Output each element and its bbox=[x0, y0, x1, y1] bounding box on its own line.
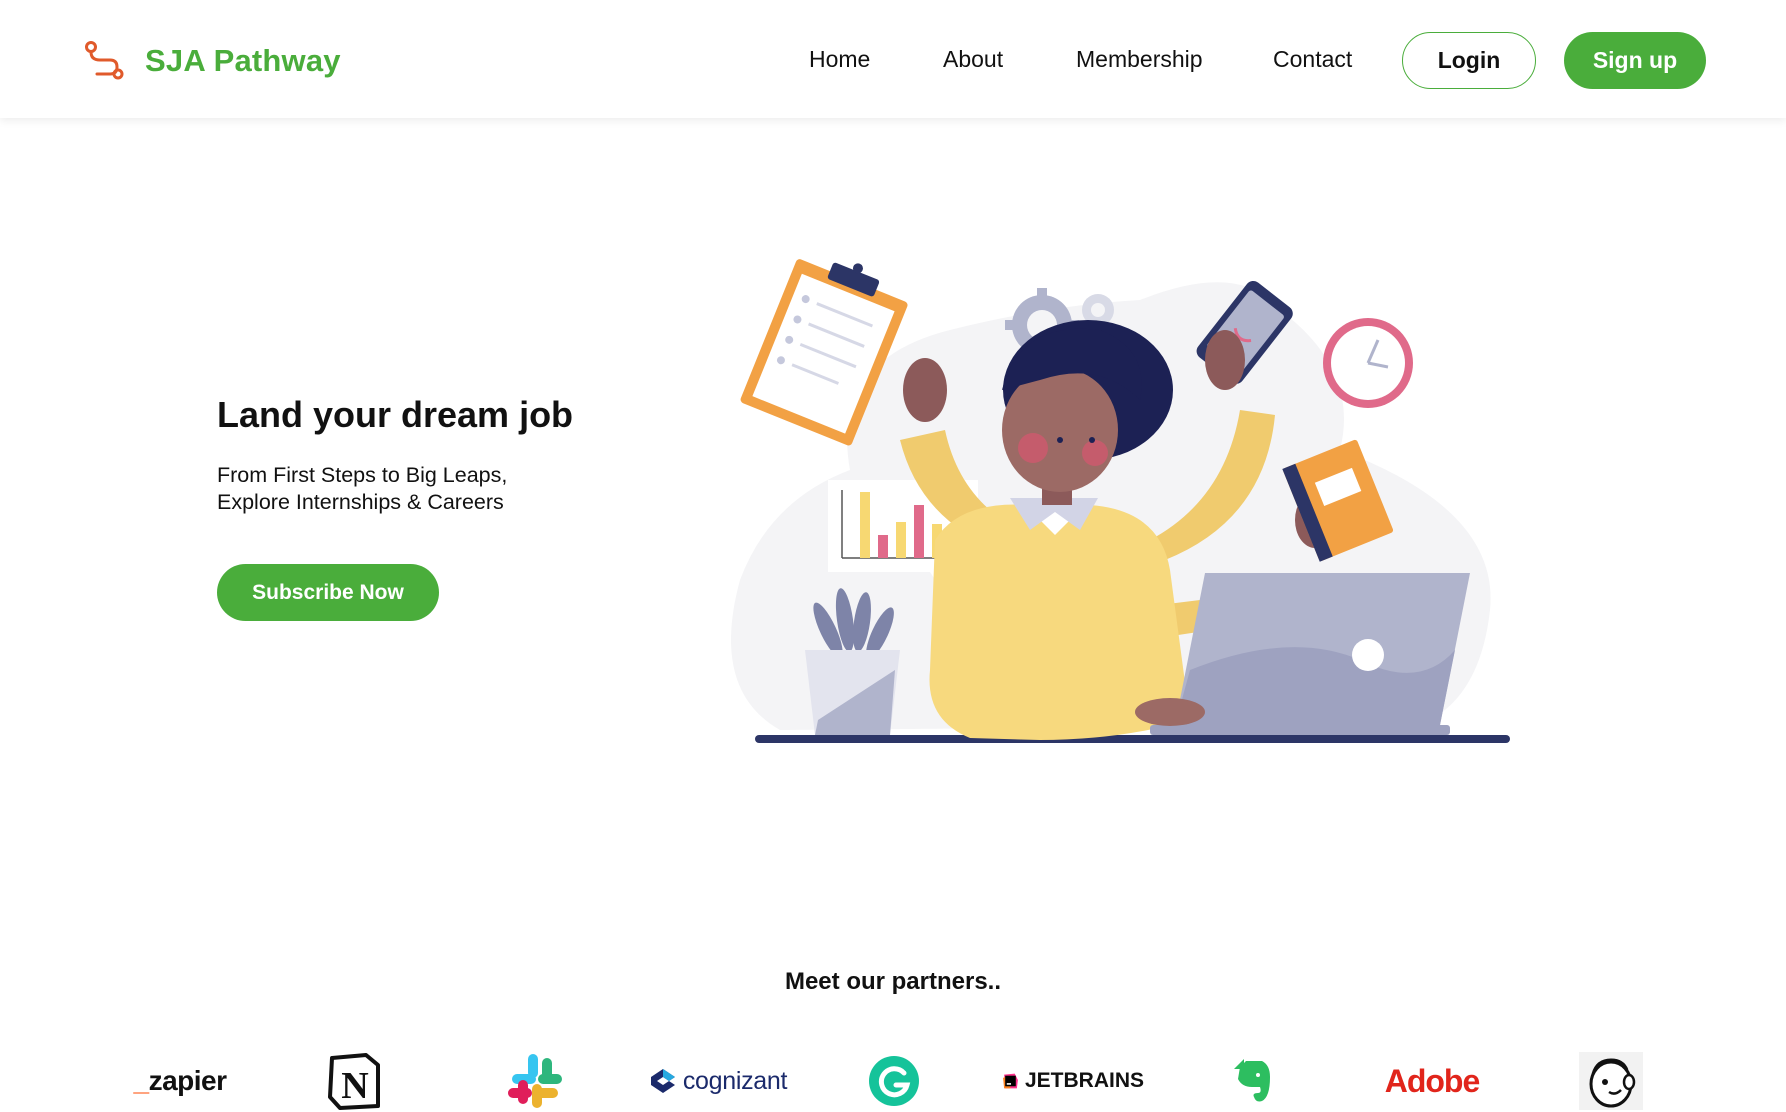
grammarly-icon bbox=[869, 1056, 919, 1106]
notion-icon: N bbox=[328, 1053, 380, 1110]
nav-membership[interactable]: Membership bbox=[1076, 46, 1203, 73]
route-icon bbox=[85, 41, 124, 80]
brand-logo[interactable]: SJA Pathway bbox=[84, 40, 341, 82]
partner-logo-jetbrains: JETBRAINS bbox=[1002, 1050, 1144, 1112]
partner-logo-slack bbox=[506, 1050, 564, 1112]
login-button[interactable]: Login bbox=[1402, 32, 1536, 89]
jetbrains-wordmark: JETBRAINS bbox=[1024, 1069, 1144, 1092]
brand-name: SJA Pathway bbox=[145, 43, 341, 78]
nav-home[interactable]: Home bbox=[809, 46, 870, 73]
partner-logo-evernote bbox=[1232, 1050, 1272, 1112]
zapier-wordmark: zapier bbox=[148, 1065, 227, 1096]
partner-logo-notion: N bbox=[326, 1050, 382, 1112]
signup-button[interactable]: Sign up bbox=[1564, 32, 1706, 89]
hero-subtitle-line-1: From First Steps to Big Leaps, bbox=[217, 463, 508, 487]
partner-logo-grammarly bbox=[868, 1050, 920, 1112]
cognizant-icon bbox=[650, 1069, 675, 1093]
zapier-underscore: _ bbox=[133, 1065, 149, 1096]
hero-subtitle-line-2: Explore Internships & Careers bbox=[217, 490, 504, 514]
partner-logo-mailchimp bbox=[1579, 1050, 1643, 1112]
multitasking-woman-illustration bbox=[731, 259, 1510, 743]
partners-title: Meet our partners.. bbox=[784, 968, 1002, 995]
hero-subtitle: From First Steps to Big Leaps, Explore I… bbox=[217, 462, 617, 516]
adobe-wordmark: Adobe bbox=[1384, 1062, 1481, 1099]
partner-logo-cognizant: cognizant bbox=[644, 1050, 792, 1112]
cognizant-wordmark: cognizant bbox=[682, 1066, 788, 1095]
subscribe-button[interactable]: Subscribe Now bbox=[217, 564, 439, 621]
nav-about[interactable]: About bbox=[943, 46, 1003, 73]
slack-icon bbox=[508, 1054, 562, 1108]
hero-title: Land your dream job bbox=[217, 394, 574, 435]
notion-letter: N bbox=[341, 1065, 368, 1107]
mailchimp-icon bbox=[1579, 1052, 1643, 1110]
navbar: SJA Pathway Home About Membership Contac… bbox=[0, 0, 1786, 118]
partner-logo-adobe: Adobe bbox=[1380, 1050, 1484, 1112]
partner-logo-zapier: _zapier bbox=[128, 1050, 232, 1112]
nav-contact[interactable]: Contact bbox=[1273, 46, 1352, 73]
jetbrains-icon bbox=[1003, 1073, 1018, 1089]
evernote-icon bbox=[1234, 1059, 1270, 1102]
